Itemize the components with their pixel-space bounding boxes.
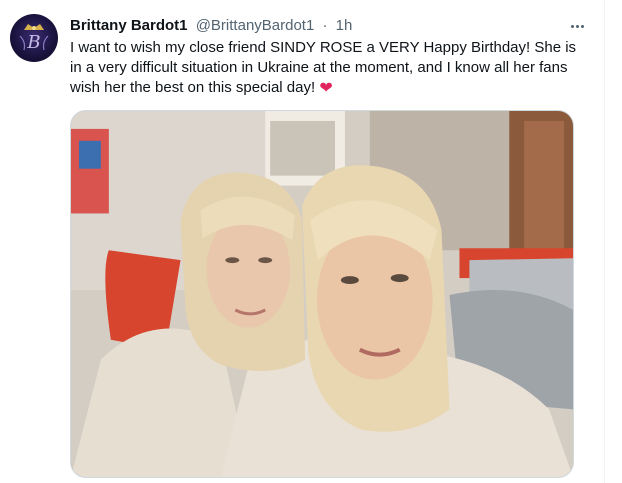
column-divider (604, 0, 605, 483)
photo-two-women-selfie (71, 111, 573, 477)
avatar-logo-icon: B (19, 24, 49, 53)
tweet-media-image[interactable] (70, 110, 574, 478)
author-handle[interactable]: @BrittanyBardot1 (196, 17, 315, 34)
author-name[interactable]: Brittany Bardot1 (70, 17, 188, 34)
avatar[interactable]: B (10, 14, 58, 62)
tweet-timestamp[interactable]: 1h (336, 17, 353, 34)
tweet-text: I want to wish my close friend SINDY ROS… (70, 38, 590, 99)
more-horizontal-icon[interactable] (566, 16, 588, 36)
separator-dot: · (322, 17, 328, 34)
tweet[interactable]: B Brittany Bardot1 @BrittanyBardot1 · 1h… (0, 0, 622, 483)
heart-icon: ❤ (319, 80, 333, 97)
tweet-header: Brittany Bardot1 @BrittanyBardot1 · 1h (70, 16, 578, 36)
svg-text:B: B (26, 32, 40, 53)
